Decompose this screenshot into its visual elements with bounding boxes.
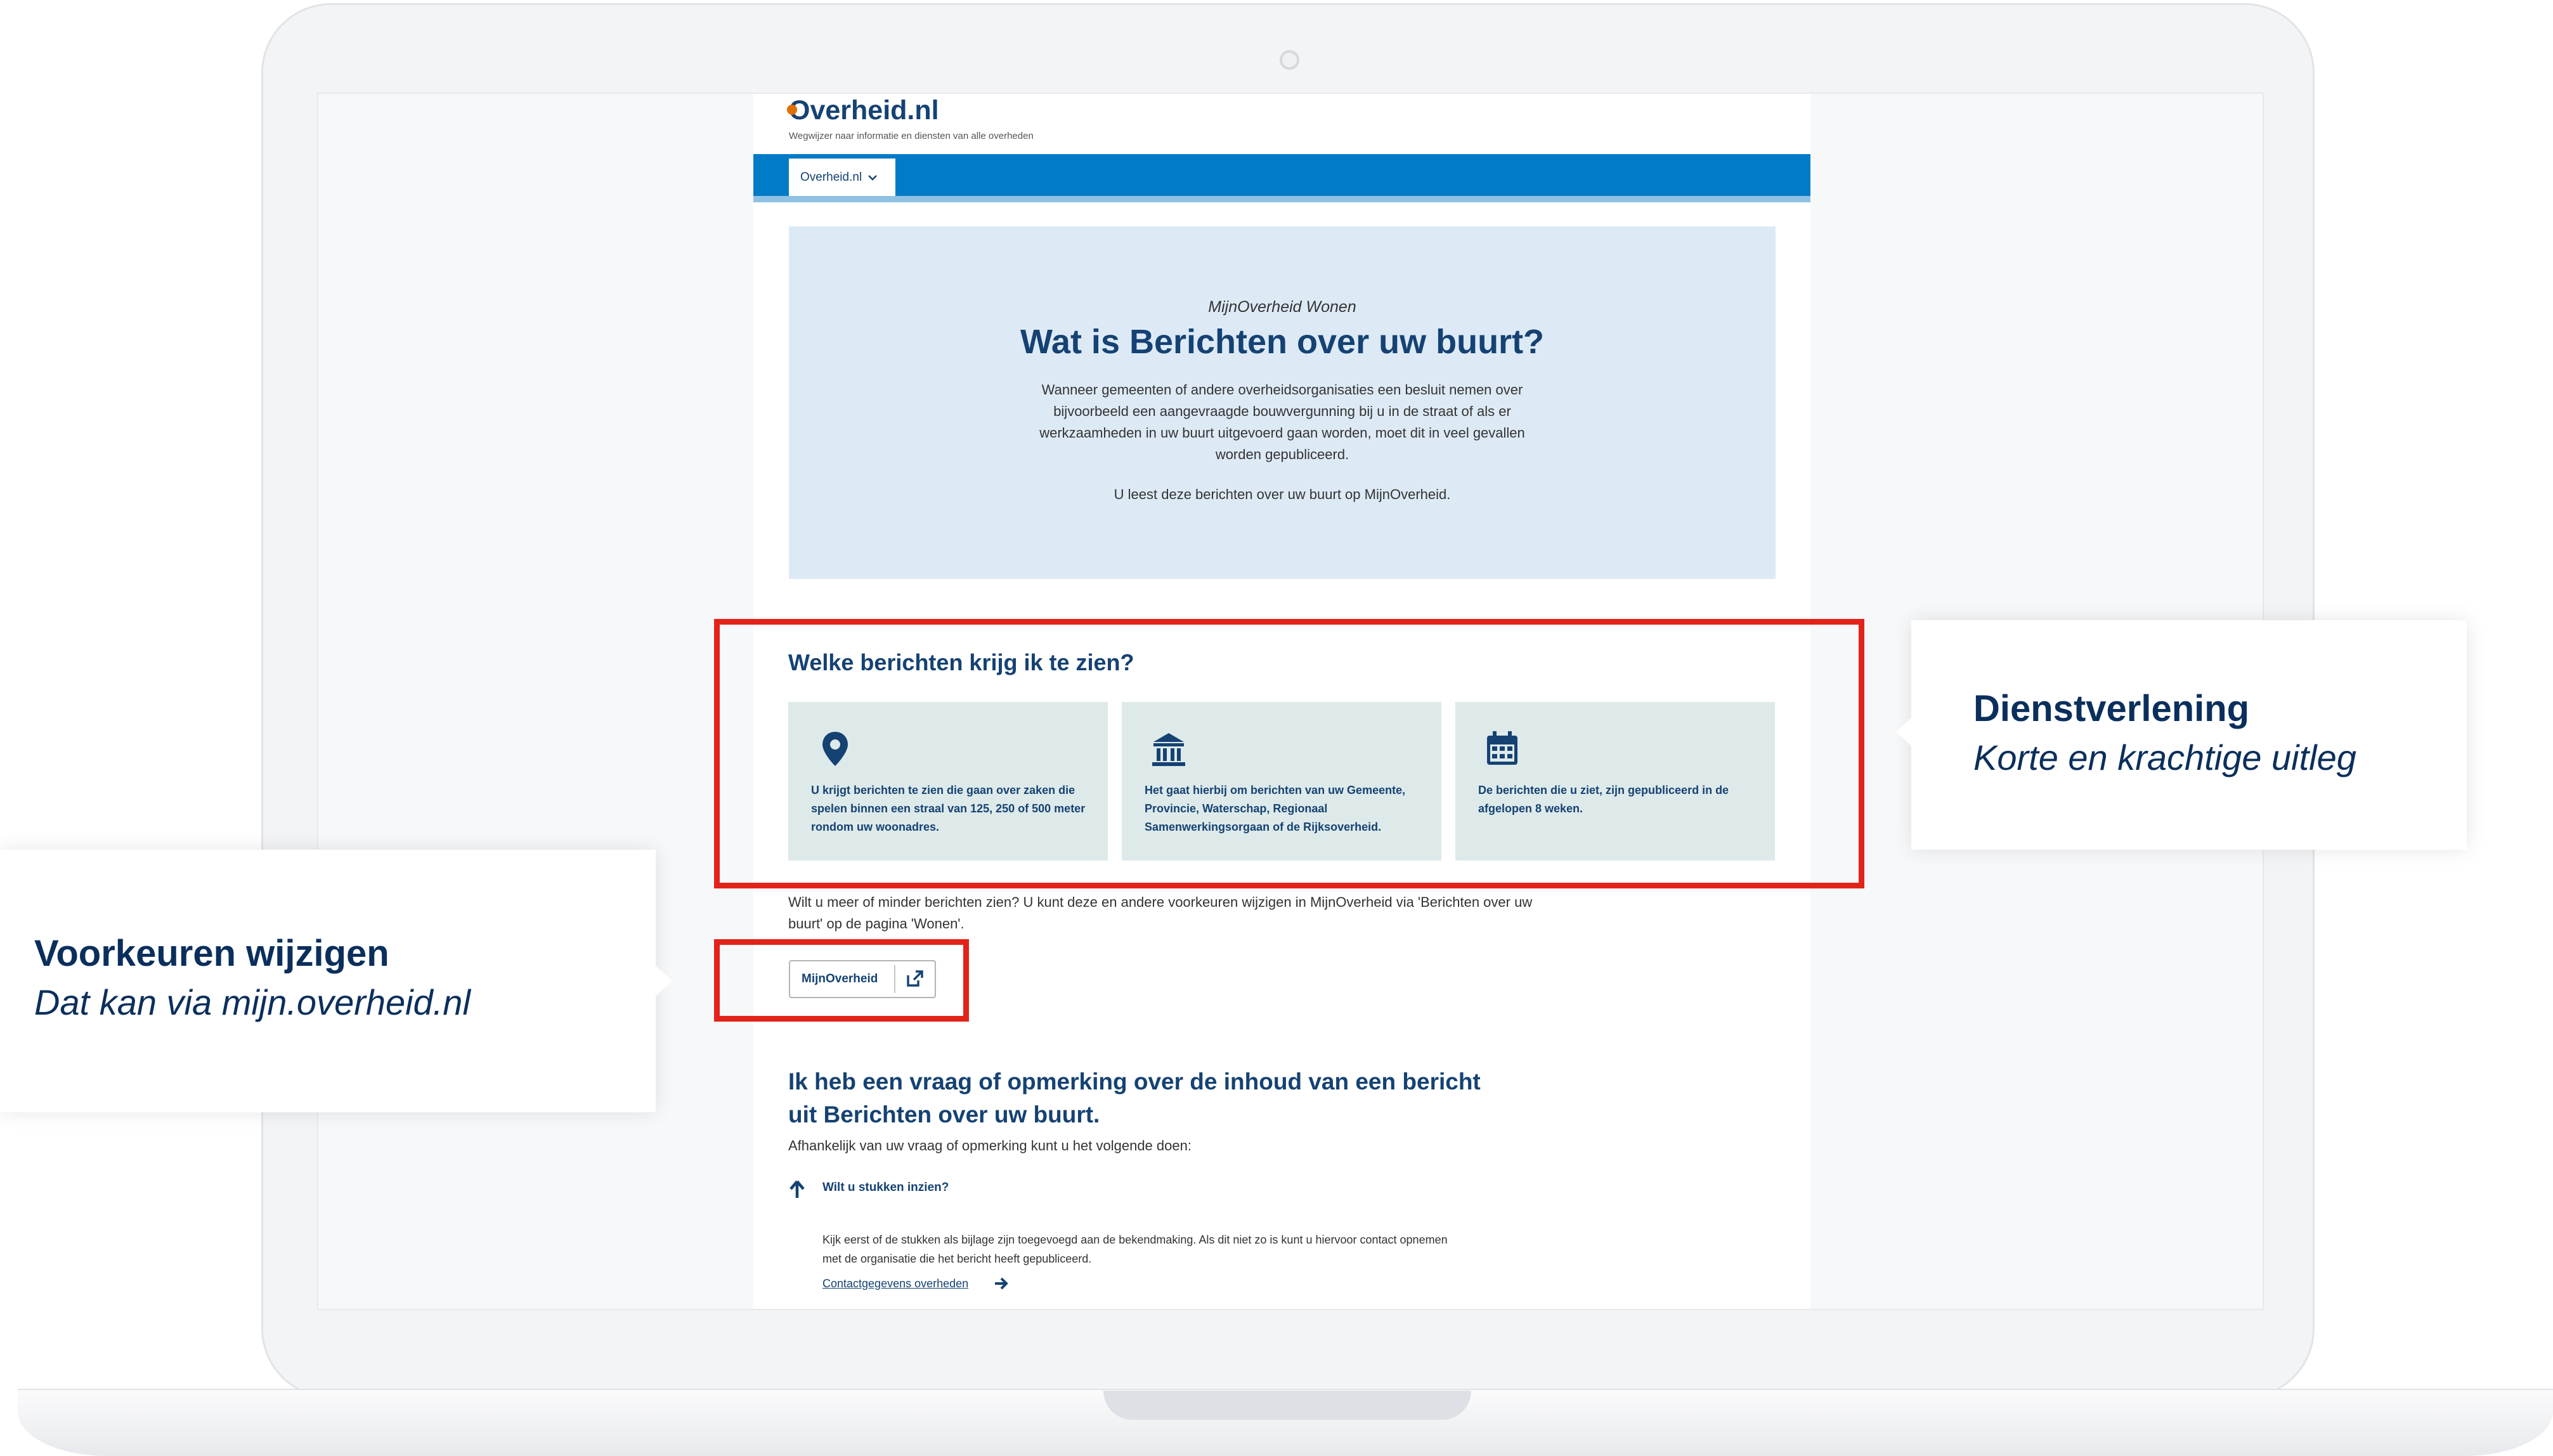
contact-link[interactable]: Contactgegevens overheden <box>822 1277 968 1290</box>
hero-kicker: MijnOverheid Wonen <box>1208 298 1356 316</box>
callout-subtitle: Dat kan via mijn.overheid.nl <box>34 982 471 1022</box>
callout-subtitle: Korte en krachtige uitleg <box>1973 738 2356 777</box>
hero-footnote: U leest deze berichten over uw buurt op … <box>1114 486 1451 502</box>
callout-title: Voorkeuren wijzigen <box>34 933 389 974</box>
hero-description: Wanneer gemeenten of andere overheidsorg… <box>1039 382 1525 462</box>
main-navbar <box>753 154 1810 196</box>
chevron-down-icon <box>868 174 878 181</box>
arrow-up-icon <box>789 1180 805 1198</box>
highlight-box-messages <box>714 619 1864 888</box>
accordion-item-stukken[interactable]: Wilt u stukken inzien? <box>822 1181 949 1195</box>
navbar-underline <box>753 196 1810 202</box>
accordion-item-body: Kijk eerst of de stukken als bijlage zij… <box>822 1233 1448 1265</box>
laptop-notch <box>1103 1391 1471 1420</box>
page-title: Wat is Berichten over uw buurt? <box>1020 323 1545 361</box>
preferences-text: Wilt u meer of minder berichten zien? U … <box>788 894 1533 932</box>
arrow-right-icon <box>995 1277 1008 1290</box>
callout-pointer <box>656 966 672 996</box>
question-section-subtitle: Afhankelijk van uw vraag of opmerking ku… <box>788 1138 1192 1154</box>
nav-tab-overheid[interactable]: Overheid.nl <box>789 159 895 196</box>
logo-dot-icon <box>787 105 797 115</box>
webcam <box>1280 50 1299 70</box>
site-tagline: Wegwijzer naar informatie en diensten va… <box>789 131 1034 141</box>
callout-dienstverlening: Dienstverlening Korte en krachtige uitle… <box>1911 620 2467 850</box>
callout-title: Dienstverlening <box>1973 688 2250 729</box>
callout-voorkeuren: Voorkeuren wijzigen Dat kan via mijn.ove… <box>0 850 656 1112</box>
question-section-title: Ik heb een vraag of opmerking over de in… <box>788 1069 1481 1128</box>
callout-pointer <box>1896 717 1913 747</box>
screen-margin-left <box>318 94 756 1309</box>
site-logo[interactable]: Overheid.nl <box>789 95 939 126</box>
highlight-box-button <box>714 939 969 1022</box>
nav-tab-label: Overheid.nl <box>800 170 862 184</box>
